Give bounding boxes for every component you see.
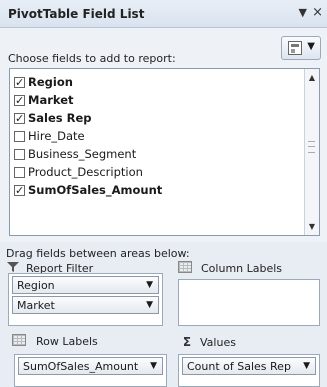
field-list: Region Market Sales Rep Hire_Date Busine… [9,68,320,236]
title-bar: PivotTable Field List ▼ × [0,0,327,28]
field-label: Hire_Date [28,129,85,143]
grid-icon [12,334,26,346]
checkbox[interactable] [14,92,25,110]
field-label: Product_Description [28,165,143,179]
panel-title: PivotTable Field List [8,7,145,21]
chevron-down-icon: ▼ [307,41,315,52]
field-item-region[interactable]: Region [14,73,73,92]
chip-label: Region [17,279,55,292]
values-header: Σ Values [180,334,236,350]
report-filter-item-region[interactable]: Region ▼ [12,276,159,294]
values-area[interactable]: Count of Sales Rep ▼ [178,354,320,387]
report-filter-area[interactable]: Region ▼ Market ▼ [8,273,163,326]
chip-label: Market [17,299,55,312]
column-labels-label: Column Labels [201,262,283,275]
field-section: Choose fields to add to report: ▼ Region… [0,28,327,242]
field-label: Region [28,75,73,89]
chevron-down-icon[interactable]: ▼ [146,297,153,314]
chevron-down-icon[interactable]: ▼ [303,358,310,375]
values-label: Values [200,336,236,349]
row-labels-item-sumofsales-amount[interactable]: SumOfSales_Amount ▼ [18,357,163,375]
row-labels-label: Row Labels [36,335,98,348]
checkbox[interactable] [14,167,25,178]
field-item-market[interactable]: Market [14,91,74,110]
field-label: Sales Rep [28,111,92,125]
panel-options-dropdown-icon[interactable]: ▼ [299,6,307,19]
chevron-down-icon[interactable]: ▼ [150,358,157,375]
grid-icon [178,261,192,273]
checkbox[interactable] [14,131,25,142]
layout-icon [288,41,302,55]
column-labels-header: Column Labels [178,261,282,277]
pivottable-field-list-panel: PivotTable Field List ▼ × Choose fields … [0,0,327,387]
values-item-count-of-sales-rep[interactable]: Count of Sales Rep ▼ [182,357,316,375]
scroll-thumb-grip[interactable] [308,141,315,153]
scroll-down-arrow-icon[interactable]: ▼ [306,220,318,233]
chip-label: Count of Sales Rep [187,360,291,373]
checkbox[interactable] [14,110,25,128]
report-filter-item-market[interactable]: Market ▼ [12,296,159,314]
field-label: SumOfSales_Amount [28,183,163,197]
areas-section: Drag fields between areas below: Report … [0,242,327,387]
scroll-up-arrow-icon[interactable]: ▲ [306,71,318,84]
row-labels-area[interactable]: SumOfSales_Amount ▼ [14,354,167,387]
choose-fields-label: Choose fields to add to report: [8,52,176,65]
checkbox[interactable] [14,74,25,92]
field-item-business-segment[interactable]: Business_Segment [14,145,136,163]
sigma-icon: Σ [182,335,192,349]
field-item-hire-date[interactable]: Hire_Date [14,127,85,145]
chip-label: SumOfSales_Amount [23,360,139,373]
field-list-layout-button[interactable]: ▼ [281,36,321,60]
field-item-product-description[interactable]: Product_Description [14,163,143,181]
chevron-down-icon[interactable]: ▼ [146,277,153,294]
checkbox[interactable] [14,149,25,160]
field-label: Business_Segment [28,147,137,161]
column-labels-area[interactable] [178,279,320,326]
field-label: Market [28,93,74,107]
report-filter-header: Report Filter [6,249,93,275]
close-icon[interactable]: × [312,5,323,20]
field-item-sales-rep[interactable]: Sales Rep [14,109,92,128]
field-item-sumofsales-amount[interactable]: SumOfSales_Amount [14,181,163,200]
row-labels-header: Row Labels [12,334,98,350]
checkbox[interactable] [14,182,25,200]
field-list-scrollbar[interactable]: ▲ ▼ [304,69,319,235]
